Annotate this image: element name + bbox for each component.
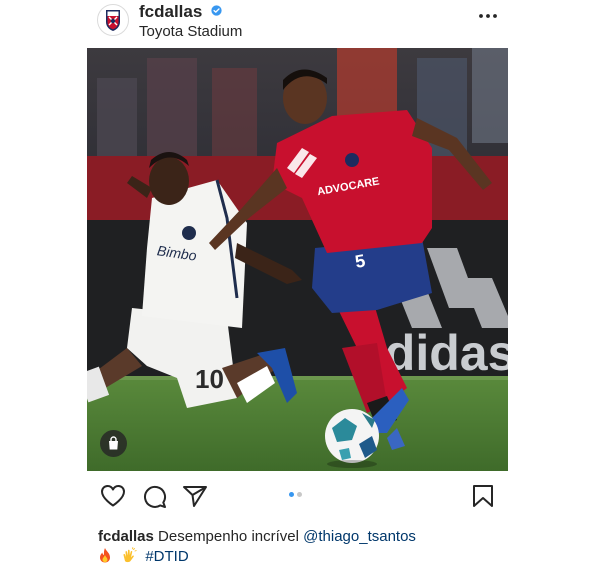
verified-badge-icon bbox=[211, 5, 222, 16]
carousel-dot-active[interactable] bbox=[289, 492, 294, 497]
post-header: fcdallas Toyota Stadium bbox=[0, 0, 598, 48]
location-link[interactable]: Toyota Stadium bbox=[139, 23, 242, 40]
caption-username[interactable]: fcdallas bbox=[98, 528, 154, 545]
caption-mention[interactable]: @thiago_tsantos bbox=[303, 528, 416, 545]
fire-emoji-icon bbox=[100, 548, 110, 563]
caption: fcdallas Desempenho incrível @thiago_tsa… bbox=[98, 527, 518, 565]
post-photo[interactable]: adidas 10 Bimbo 5 ADVOCARE bbox=[87, 48, 508, 471]
comment-icon[interactable] bbox=[142, 484, 167, 509]
more-options-icon[interactable] bbox=[478, 8, 498, 24]
caption-text: Desempenho incrível bbox=[158, 528, 299, 545]
send-icon[interactable] bbox=[182, 484, 208, 508]
caption-line-2: #DTID bbox=[98, 547, 189, 567]
username[interactable]: fcdallas bbox=[139, 2, 202, 22]
carousel-dot[interactable] bbox=[297, 492, 302, 497]
caption-hashtag[interactable]: #DTID bbox=[145, 548, 188, 565]
bookmark-icon[interactable] bbox=[472, 484, 494, 508]
clapping-hands-emoji-icon bbox=[123, 547, 137, 563]
fc-dallas-crest-icon bbox=[106, 10, 120, 31]
heart-icon[interactable] bbox=[100, 484, 126, 508]
shopping-tag-button[interactable] bbox=[100, 430, 127, 457]
match-photo: adidas 10 Bimbo 5 ADVOCARE bbox=[87, 48, 508, 471]
shopping-bag-icon bbox=[109, 436, 118, 450]
avatar[interactable] bbox=[97, 4, 129, 36]
away-shorts-number: 10 bbox=[195, 364, 224, 394]
action-bar bbox=[0, 478, 598, 518]
